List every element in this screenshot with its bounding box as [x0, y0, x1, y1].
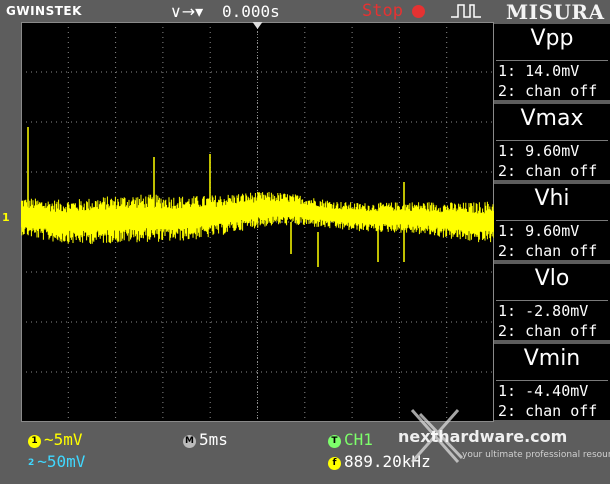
- measurement-vmin[interactable]: Vmin 1: -4.40mV 2: chan off: [494, 342, 610, 420]
- time-position-readout: 0.000s: [222, 2, 280, 21]
- trigger-source-readout[interactable]: T CH1: [328, 430, 373, 449]
- panel-divider: [496, 300, 608, 301]
- ch1-scale-readout[interactable]: 1 ~5mV: [28, 430, 83, 449]
- run-state-label[interactable]: Stop: [362, 1, 403, 21]
- ch1-measurement-value: 1: -4.40mV: [498, 382, 589, 400]
- ch1-measurement-value: 1: 14.0mV: [498, 62, 580, 80]
- timebase-badge-icon: M: [183, 435, 196, 448]
- waveform-display: [21, 22, 494, 422]
- bottom-status-bar: 1 ~5mV 2 ~50mV M 5ms T CH1 f 889.20kHz nextha…: [0, 409, 610, 484]
- brand-logo: GWINSTEK: [6, 4, 82, 18]
- ch2-badge-icon: 2: [28, 458, 35, 468]
- measure-menu-title[interactable]: MISURA: [506, 0, 605, 24]
- panel-divider: [496, 140, 608, 141]
- ch2-measurement-value: 2: chan off: [498, 242, 598, 260]
- ch2-measurement-value: 2: chan off: [498, 322, 598, 340]
- watermark-text: nexthardware.com: [398, 427, 568, 446]
- trigger-time-marker: [252, 22, 263, 29]
- stop-indicator-icon: [412, 5, 425, 18]
- freq-badge-icon: f: [328, 457, 341, 470]
- trigger-edge-icon: ∨→▾: [170, 2, 204, 21]
- watermark-tagline: your ultimate professional resource: [462, 450, 610, 460]
- measurement-vmax[interactable]: Vmax 1: 9.60mV 2: chan off: [494, 102, 610, 180]
- trigger-pulse-icon: [451, 4, 481, 18]
- measurement-vpp[interactable]: Vpp 1: 14.0mV 2: chan off: [494, 22, 610, 100]
- ch2-measurement-value: 2: chan off: [498, 162, 598, 180]
- waveform-svg: [21, 22, 494, 422]
- measurement-vlo[interactable]: Vlo 1: -2.80mV 2: chan off: [494, 262, 610, 340]
- ch1-ground-marker[interactable]: 1: [2, 211, 10, 224]
- panel-divider: [496, 220, 608, 221]
- ch1-badge-icon: 1: [28, 435, 41, 448]
- ch2-scale-readout[interactable]: 2 ~50mV: [28, 452, 85, 471]
- ch1-trace: [21, 191, 494, 244]
- panel-divider: [496, 60, 608, 61]
- measurement-name: Vmin: [523, 346, 581, 371]
- timebase-value: 5ms: [199, 430, 228, 449]
- top-status-bar: GWINSTEK ∨→▾ 0.000s Stop MISURA: [0, 0, 610, 24]
- measurement-name: Vlo: [534, 266, 570, 291]
- ch2-measurement-value: 2: chan off: [498, 82, 598, 100]
- panel-divider: [496, 380, 608, 381]
- ch1-measurement-value: 1: 9.60mV: [498, 222, 580, 240]
- measurement-vhi[interactable]: Vhi 1: 9.60mV 2: chan off: [494, 182, 610, 260]
- measurement-name: Vpp: [530, 26, 574, 51]
- measurement-name: Vmax: [520, 106, 584, 131]
- ch2-measurement-value: 2: chan off: [498, 402, 598, 420]
- timebase-readout[interactable]: M 5ms: [183, 430, 228, 449]
- ch1-measurement-value: 1: -2.80mV: [498, 302, 589, 320]
- measurement-name: Vhi: [534, 186, 570, 211]
- trigger-source-value: CH1: [344, 430, 373, 449]
- trigger-badge-icon: T: [328, 435, 341, 448]
- ch1-scale-value: ~5mV: [44, 430, 83, 449]
- ch1-measurement-value: 1: 9.60mV: [498, 142, 580, 160]
- ch2-scale-value: ~50mV: [37, 452, 86, 471]
